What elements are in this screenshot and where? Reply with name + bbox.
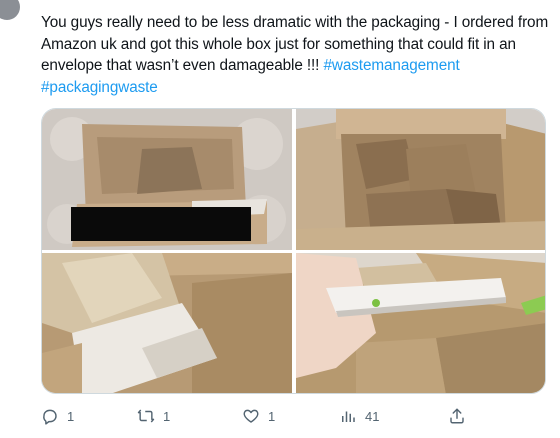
tweet-text: You guys really need to be less dramatic… [41, 12, 553, 98]
media-grid [41, 108, 546, 394]
retweet-button[interactable]: 1 [137, 404, 170, 428]
action-bar: 1 1 1 41 [0, 404, 560, 428]
photo-hand-item[interactable] [296, 253, 545, 393]
reply-icon [43, 409, 57, 425]
hashtag-wastemanagement[interactable]: #wastemanagement [324, 57, 460, 74]
share-button[interactable] [448, 404, 466, 428]
retweet-icon [137, 409, 155, 423]
photo-box-open[interactable] [42, 253, 292, 393]
hashtag-packagingwaste[interactable]: #packagingwaste [41, 79, 158, 96]
views-count: 41 [365, 408, 380, 424]
like-count: 1 [268, 408, 276, 424]
views-chart-icon [342, 411, 355, 422]
photo-box-paper[interactable] [296, 109, 545, 250]
photo-box-redacted[interactable] [42, 109, 292, 250]
retweet-count: 1 [163, 408, 171, 424]
avatar[interactable] [0, 0, 20, 20]
heart-icon [243, 409, 259, 423]
reply-count: 1 [67, 408, 75, 424]
views-button[interactable]: 41 [339, 404, 379, 428]
tweet-body: You guys really need to be less dramatic… [41, 14, 549, 74]
reply-button[interactable]: 1 [41, 404, 74, 428]
like-button[interactable]: 1 [242, 404, 275, 428]
share-icon [450, 408, 464, 424]
